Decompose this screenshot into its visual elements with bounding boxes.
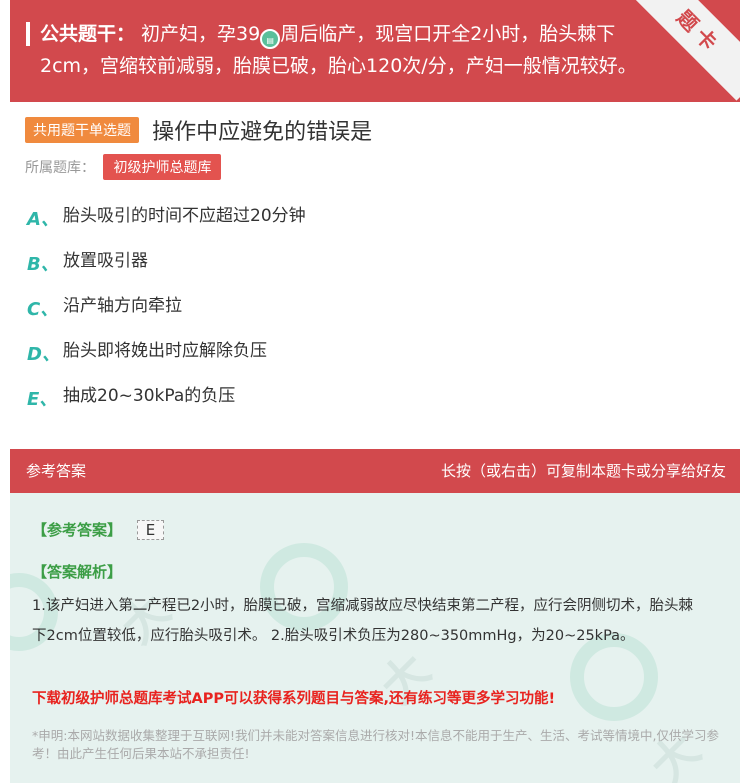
- question-type-tag: 共用题干单选题: [25, 117, 139, 143]
- question-bank-row: 所属题库： 初级护师总题库: [25, 154, 222, 180]
- app-promo-link[interactable]: 下载初级护师总题库考试APP可以获得系列题目与答案,还有练习等更多学习功能!: [32, 687, 732, 708]
- stem-accent-bar: [26, 22, 30, 46]
- reference-answer-label: 【参考答案】: [32, 521, 123, 539]
- option-a[interactable]: A、 胎头吸引的时间不应超过20分钟: [27, 205, 306, 250]
- option-text: 沿产轴方向牵拉: [63, 296, 182, 316]
- analysis-label: 【答案解析】: [32, 563, 123, 581]
- option-text: 放置吸引器: [63, 251, 148, 271]
- app-logo-icon: ▤: [260, 29, 281, 49]
- stem-text: 公共题干： 初产妇，孕39 ▤ 周后临产，现宫口开全2小时，胎头棘下2cm，宫缩较前减…: [40, 18, 660, 82]
- option-e[interactable]: E、 抽成20~30kPa的负压: [27, 385, 306, 430]
- option-letter: C、: [27, 299, 59, 320]
- stem-label: 公共题干：: [40, 23, 136, 45]
- option-letter: E、: [27, 389, 58, 410]
- reference-answer-row: 【参考答案】 E: [32, 519, 165, 540]
- answer-body: 大 大 大 【参考答案】 E 【答案解析】 1.该产妇进入第二产程已2小时，胎膜…: [10, 493, 740, 783]
- option-text: 胎头吸引的时间不应超过20分钟: [63, 206, 306, 226]
- option-c[interactable]: C、 沿产轴方向牵拉: [27, 295, 306, 340]
- option-letter: B、: [27, 254, 59, 275]
- option-letter: A、: [27, 209, 59, 230]
- bank-label: 所属题库：: [25, 160, 95, 176]
- reference-answer-value: E: [136, 520, 165, 540]
- option-b[interactable]: B、 放置吸引器: [27, 250, 306, 295]
- answer-header-title: 参考答案: [26, 462, 87, 480]
- option-d[interactable]: D、 胎头即将娩出时应解除负压: [27, 340, 306, 385]
- disclaimer: *申明:本网站数据收集整理于互联网!我们并未能对答案信息进行核对!本信息不能用于…: [32, 728, 719, 761]
- analysis-text: 1.该产妇进入第二产程已2小时，胎膜已破，宫缩减弱故应尽快结束第二产程，应行会阴…: [32, 598, 694, 644]
- option-letter: D、: [27, 344, 60, 365]
- option-text: 抽成20~30kPa的负压: [63, 386, 236, 406]
- question-title: 共用题干单选题 操作中应避免的错误是: [25, 114, 372, 146]
- question-stem: 公共题干： 初产妇，孕39 ▤ 周后临产，现宫口开全2小时，胎头棘下2cm，宫缩较前减…: [10, 0, 740, 102]
- option-text: 胎头即将娩出时应解除负压: [63, 341, 267, 361]
- question-text: 操作中应避免的错误是: [152, 120, 373, 145]
- bank-name-link[interactable]: 初级护师总题库: [103, 154, 222, 180]
- stem-text-part1: 初产妇，孕39: [141, 23, 261, 45]
- share-hint: 长按（或右击）可复制本题卡或分享给好友: [440, 462, 726, 480]
- answer-header: 参考答案 长按（或右击）可复制本题卡或分享给好友: [10, 449, 740, 493]
- options-list: A、 胎头吸引的时间不应超过20分钟 B、 放置吸引器 C、 沿产轴方向牵拉 D…: [27, 205, 306, 430]
